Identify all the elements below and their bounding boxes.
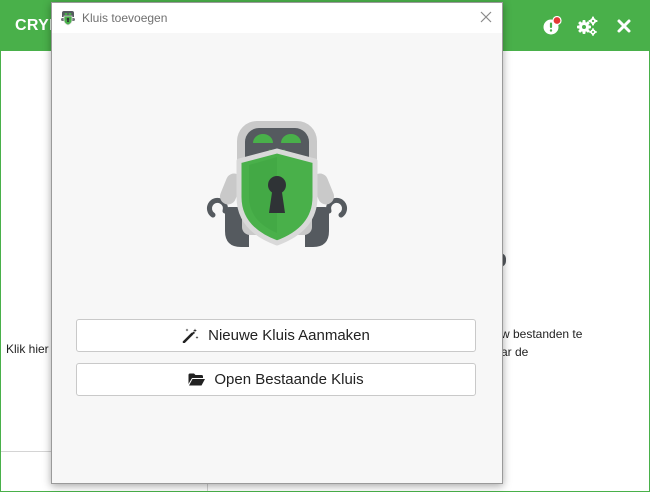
welcome-hint: w bestanden te ar de [501, 325, 582, 361]
open-vault-label: Open Bestaande Kluis [214, 371, 364, 388]
cryptomator-app-icon [61, 11, 75, 26]
alert-icon[interactable] [542, 16, 562, 36]
create-vault-label: Nieuwe Kluis Aanmaken [208, 327, 370, 344]
add-vault-dialog: Kluis toevoegen Nieuwe Kluis Aanmaken Op… [51, 2, 503, 484]
welcome-hint-line-2: ar de [501, 345, 529, 359]
dialog-title: Kluis toevoegen [82, 11, 168, 25]
dialog-close-icon[interactable] [478, 9, 494, 25]
folder-open-icon [188, 373, 206, 386]
welcome-hint-line-1: w bestanden te [501, 327, 583, 341]
cryptomator-robot-icon [207, 121, 347, 247]
vault-list-hint: Klik hier [6, 342, 49, 356]
dialog-titlebar: Kluis toevoegen [52, 3, 502, 33]
open-vault-button[interactable]: Open Bestaande Kluis [76, 363, 476, 396]
settings-icon[interactable] [576, 16, 598, 36]
close-icon[interactable] [614, 16, 634, 36]
magic-wand-icon [182, 328, 199, 343]
create-vault-button[interactable]: Nieuwe Kluis Aanmaken [76, 319, 476, 352]
